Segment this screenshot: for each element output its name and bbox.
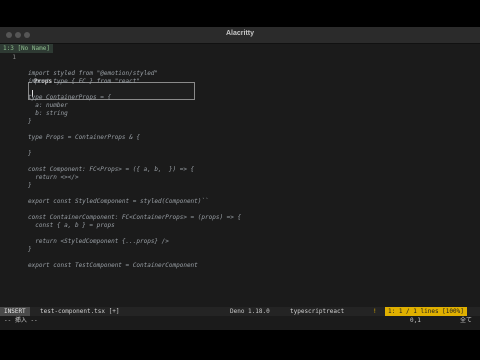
cmdline-scroll: 全て (460, 317, 473, 324)
code-text: const ContainerComponent: FC<ContainerPr… (28, 214, 242, 221)
code-text: return <StyledComponent {...props} /> (28, 238, 169, 245)
cursor-position: 1: 1 / 1 lines [100%] (385, 307, 467, 316)
runtime-version: Deno 1.18.0 (230, 308, 270, 315)
code-text: const Component: FC<Props> = ({ a, b, })… (28, 166, 195, 173)
code-line: return <StyledComponent {...props} /> (0, 238, 480, 246)
code-text: type Props = ContainerProps & { (28, 134, 140, 141)
code-line: type ContainerProps = { (0, 94, 480, 102)
code-text: } (28, 246, 32, 253)
code-line: const { a, b } = props (0, 222, 480, 230)
code-text: import type { FC } from "react" (28, 78, 140, 85)
window-titlebar: Alacritty (0, 27, 480, 44)
code-text: } (28, 182, 32, 189)
cmdline-mode: -- 挿入 -- (4, 317, 38, 324)
editor-area[interactable]: Props 1 import styled from "@emotion/styl… (0, 54, 480, 306)
code-text: export const StyledComponent = styled(Co… (28, 198, 209, 205)
mode-indicator: INSERT (0, 307, 30, 316)
file-name: test-component.tsx [+] (40, 308, 120, 315)
code-line: 1 (0, 54, 480, 62)
file-type: typescriptreact (290, 308, 345, 315)
code-line: } (0, 246, 480, 254)
code-text: a: number (28, 102, 68, 109)
code-text: } (28, 150, 32, 157)
code-text: export const TestComponent = ContainerCo… (28, 262, 198, 269)
code-line: type Props = ContainerProps & { (0, 134, 480, 142)
command-line[interactable]: -- 挿入 -- 0,1 全て (0, 316, 480, 326)
warning-icon: ! (373, 308, 377, 315)
buffer-tab[interactable]: 1:3 [No Name] (0, 44, 53, 53)
code-line: const Component: FC<Props> = ({ a, b, })… (0, 166, 480, 174)
code-line: export const StyledComponent = styled(Co… (0, 198, 480, 206)
code-line: } (0, 118, 480, 126)
code-line: import type { FC } from "react" (0, 78, 480, 86)
code-line: const ContainerComponent: FC<ContainerPr… (0, 214, 480, 222)
line-number: 1 (12, 54, 16, 61)
code-text: } (28, 118, 32, 125)
cmdline-position: 0,1 (410, 317, 421, 324)
buffer-line: 1:3 [No Name] (0, 44, 480, 53)
window-title: Alacritty (225, 30, 254, 37)
code-line: export const TestComponent = ContainerCo… (0, 262, 480, 270)
code-text: type ContainerProps = { (28, 94, 112, 101)
code-line: } (0, 182, 480, 190)
code-line: import styled from "@emotion/styled" (0, 70, 480, 78)
code-line: b: string (0, 110, 480, 118)
code-text: import styled from "@emotion/styled" (28, 70, 159, 77)
code-line: } (0, 150, 480, 158)
code-line: a: number (0, 102, 480, 110)
terminal-window: Alacritty 1:3 [No Name] Props 1 import st… (0, 27, 480, 330)
code-text: b: string (28, 110, 68, 117)
code-text: return <></> (28, 174, 79, 181)
code-line: return <></> (0, 174, 480, 182)
statusline: INSERT test-component.tsx [+] Deno 1.18.… (0, 307, 480, 316)
code-text: const { a, b } = props (28, 222, 115, 229)
